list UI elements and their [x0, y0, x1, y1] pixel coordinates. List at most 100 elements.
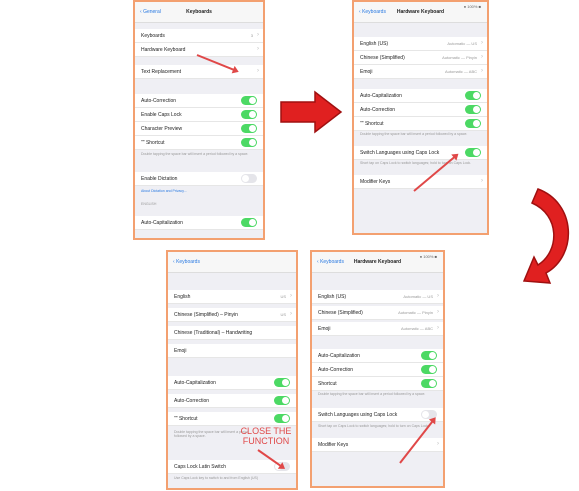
toggle-switch[interactable] — [274, 414, 290, 423]
chevron-right-icon: › — [437, 441, 439, 447]
toggle-switch[interactable] — [241, 124, 257, 133]
toggle-switch[interactable] — [465, 148, 481, 157]
row-value: US — [280, 294, 286, 299]
row-label: English (US) — [360, 41, 389, 47]
row-value: Automatic — US — [403, 294, 433, 299]
row-value: Automatic — ABC — [444, 69, 477, 74]
row-character-preview: Character Preview — [135, 122, 263, 136]
toggle-switch[interactable] — [241, 96, 257, 105]
chevron-right-icon: › — [481, 54, 483, 60]
toggle-switch[interactable] — [241, 138, 257, 147]
page-title: Hardware Keyboard — [353, 259, 402, 265]
row-label: Enable Caps Lock — [141, 112, 182, 118]
row-auto-capitalization: Auto-Capitalization — [168, 376, 296, 390]
toggle-switch[interactable] — [421, 351, 437, 360]
row-label: "" Shortcut — [174, 416, 198, 422]
toggle-switch[interactable] — [465, 105, 481, 114]
row-language[interactable]: Emoji Automatic — ABC › — [354, 65, 487, 79]
row-label: Auto-Correction — [360, 107, 396, 113]
page-title: Keyboards — [186, 9, 212, 15]
row-label: Switch Languages using Caps Lock — [360, 150, 440, 156]
row-text-replacement[interactable]: Text Replacement › — [135, 65, 263, 79]
row-keyboard[interactable]: Emoji — [168, 344, 296, 358]
row-value: Automatic — Pinyin — [398, 310, 433, 315]
right-arrow-icon — [280, 90, 343, 134]
row-keyboard[interactable]: Chinese (Simplified) – Pinyin US › — [168, 308, 296, 322]
chevron-right-icon: › — [437, 325, 439, 331]
caps-lock-note: Short tap on Caps Lock to switch languag… — [360, 161, 472, 165]
page-title: Hardware Keyboard — [396, 9, 445, 15]
row-label: Auto-Correction — [318, 367, 354, 373]
row-label: Auto-Correction — [141, 98, 177, 104]
row-label: Caps Lock Latin Switch — [174, 464, 226, 470]
row-auto-capitalization: Auto-Capitalization — [135, 216, 263, 230]
panel-hardware-keyboard-on: ● 100% ■ ‹ Keyboards Hardware Keyboard E… — [352, 0, 489, 235]
shortcut-note: Double tapping the space bar will insert… — [360, 132, 468, 136]
caps-lock-note: Short tap on Caps Lock to switch languag… — [318, 424, 430, 428]
row-keyboard[interactable]: English US › — [168, 290, 296, 304]
row-label: Emoji — [360, 69, 373, 75]
row-label: Emoji — [318, 326, 331, 332]
row-modifier-keys[interactable]: Modifier Keys › — [312, 438, 443, 452]
row-label: Keyboards — [141, 33, 165, 39]
toggle-switch[interactable] — [421, 379, 437, 388]
row-label: Shortcut — [318, 381, 337, 387]
row-label: Switch Languages using Caps Lock — [318, 412, 398, 418]
row-value: 3 — [250, 33, 253, 38]
row-keyboards[interactable]: Keyboards 3 › — [135, 29, 263, 43]
row-label: Auto-Capitalization — [174, 380, 216, 386]
row-label: Emoji — [174, 348, 187, 354]
toggle-switch[interactable] — [274, 378, 290, 387]
row-value: US — [280, 312, 286, 317]
row-language[interactable]: English (US) Automatic — US › — [312, 290, 443, 304]
row-enable-caps-lock: Enable Caps Lock — [135, 108, 263, 122]
row-language[interactable]: Chinese (Simplified) Automatic — Pinyin › — [354, 51, 487, 65]
row-label: Modifier Keys — [360, 179, 391, 185]
row-switch-languages-caps-lock: Switch Languages using Caps Lock — [354, 146, 487, 160]
toggle-switch[interactable] — [241, 174, 257, 183]
row-language[interactable]: Chinese (Simplified) Automatic — Pinyin › — [312, 306, 443, 320]
toggle-switch[interactable] — [241, 218, 257, 227]
row-auto-correction: Auto-Correction — [135, 94, 263, 108]
row-modifier-keys[interactable]: Modifier Keys › — [354, 175, 487, 189]
chevron-right-icon: › — [257, 68, 259, 74]
row-auto-correction: Auto-Correction — [312, 363, 443, 377]
nav-bar: ● 100% ■ ‹ Keyboards Hardware Keyboard — [354, 2, 487, 23]
row-label: Chinese (Simplified) – Pinyin — [174, 312, 238, 318]
chevron-right-icon: › — [437, 293, 439, 299]
row-label: English (US) — [318, 294, 347, 300]
chevron-right-icon: › — [257, 32, 259, 38]
shortcut-note: Double tapping the space bar will insert… — [318, 392, 426, 396]
toggle-switch[interactable] — [274, 396, 290, 405]
row-label: Character Preview — [141, 126, 183, 132]
toggle-switch[interactable] — [241, 110, 257, 119]
back-label: Keyboards — [176, 259, 200, 265]
row-auto-capitalization: Auto-Capitalization — [354, 89, 487, 103]
row-value: Automatic — Pinyin — [442, 55, 477, 60]
row-label: Auto-Capitalization — [318, 353, 360, 359]
nav-bar: ‹ General Keyboards — [135, 2, 263, 23]
row-label: Text Replacement — [141, 69, 182, 75]
shortcut-note: Double tapping the space bar will insert… — [141, 152, 249, 156]
row-language[interactable]: English (US) Automatic — US › — [354, 37, 487, 51]
caps-lock-note: Use Caps Lock key to switch to and from … — [174, 476, 259, 480]
row-keyboard[interactable]: Chinese (Traditional) – Handwriting — [168, 326, 296, 340]
back-button[interactable]: ‹ Keyboards — [173, 259, 200, 265]
nav-bar: ‹ Keyboards — [168, 252, 296, 273]
toggle-switch[interactable] — [465, 91, 481, 100]
toggle-switch[interactable] — [421, 365, 437, 374]
toggle-switch[interactable] — [465, 119, 481, 128]
curved-arrow-icon — [522, 188, 569, 284]
panel-keyboards-settings: ‹ General Keyboards Keyboards 3 › Hardware… — [133, 0, 265, 240]
row-shortcut: Shortcut — [312, 377, 443, 391]
chevron-right-icon: › — [481, 68, 483, 74]
row-language[interactable]: Emoji Automatic — ABC › — [312, 322, 443, 336]
row-label: Auto-Correction — [174, 398, 210, 404]
dictation-privacy-link[interactable]: About Dictation and Privacy... — [141, 189, 187, 193]
callout-text: CLOSE THE FUNCTION — [240, 426, 292, 446]
row-auto-capitalization: Auto-Capitalization — [312, 349, 443, 363]
panel-hardware-keyboard-off: ● 100% ■ ‹ Keyboards Hardware Keyboard E… — [310, 250, 445, 488]
row-value: Automatic — US — [447, 41, 477, 46]
chevron-right-icon: › — [481, 178, 483, 184]
row-label: "" Shortcut — [141, 140, 165, 146]
